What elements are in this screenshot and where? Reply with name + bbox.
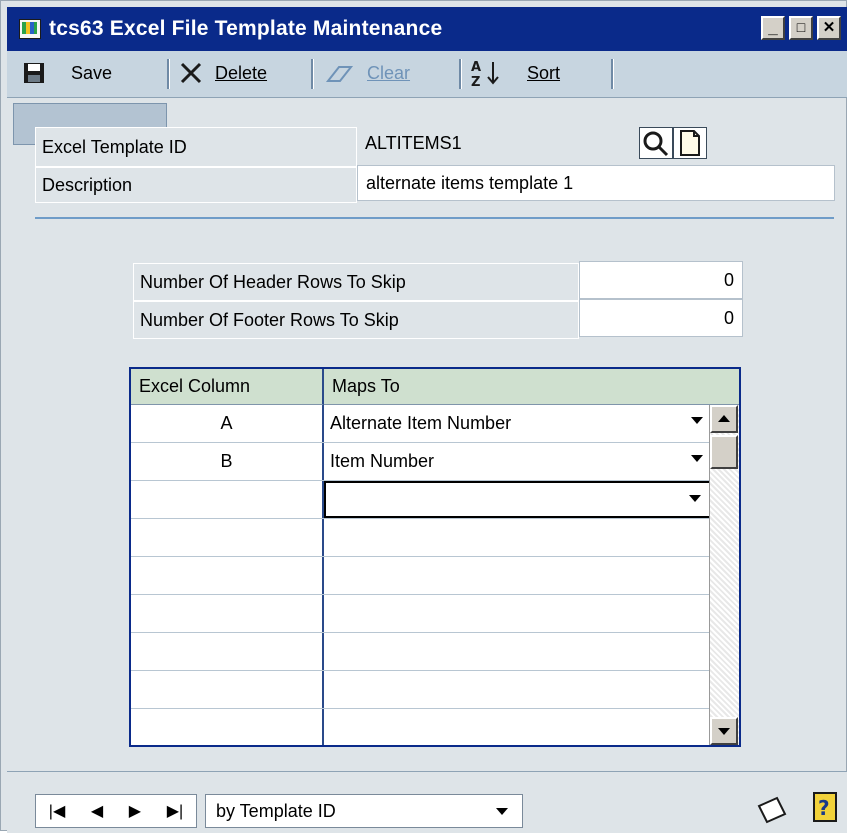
close-button[interactable]: ✕ bbox=[817, 16, 841, 40]
mapping-grid: Excel Column Maps To A Alternate Item Nu… bbox=[129, 367, 741, 747]
new-document-icon bbox=[680, 130, 700, 156]
scroll-thumb[interactable] bbox=[710, 435, 738, 469]
section-divider bbox=[35, 217, 834, 219]
column-header-maps-to: Maps To bbox=[324, 369, 739, 405]
table-row[interactable] bbox=[131, 595, 711, 633]
toolbar: Save Delete Clear A Z Sort bbox=[7, 51, 847, 145]
svg-text:A: A bbox=[471, 60, 481, 75]
toolbar-separator bbox=[459, 59, 462, 89]
table-row[interactable] bbox=[131, 519, 711, 557]
toolbar-separator bbox=[167, 59, 170, 89]
save-button[interactable]: Save bbox=[23, 55, 112, 91]
excel-column-cell: B bbox=[131, 443, 324, 480]
header-rows-label: Number Of Header Rows To Skip bbox=[133, 263, 579, 301]
maximize-button[interactable]: □ bbox=[789, 16, 813, 40]
scroll-down-button[interactable] bbox=[710, 717, 738, 745]
scroll-up-button[interactable] bbox=[710, 405, 738, 433]
save-label: Save bbox=[71, 62, 113, 83]
minimize-button[interactable]: _ bbox=[761, 16, 785, 40]
excel-column-cell[interactable] bbox=[131, 481, 324, 518]
excel-column-cell[interactable] bbox=[131, 709, 324, 745]
main-window: tcs63 Excel File Template Maintenance _ … bbox=[0, 0, 847, 833]
note-icon[interactable] bbox=[755, 794, 789, 826]
table-row[interactable] bbox=[131, 671, 711, 709]
dropdown-arrow-icon[interactable] bbox=[496, 808, 508, 815]
delete-x-icon bbox=[180, 62, 202, 84]
footer-rows-field[interactable]: 0 bbox=[579, 299, 743, 337]
excel-column-cell[interactable] bbox=[131, 633, 324, 670]
excel-column-cell: A bbox=[131, 405, 324, 442]
maps-to-cell[interactable] bbox=[324, 557, 711, 594]
svg-text:?: ? bbox=[818, 796, 830, 820]
delete-label: Delete bbox=[215, 62, 268, 83]
maps-to-value: Alternate Item Number bbox=[330, 413, 512, 433]
table-row[interactable]: B Item Number bbox=[131, 443, 711, 481]
first-record-button[interactable]: |◀ bbox=[49, 801, 65, 821]
maps-to-cell[interactable]: Alternate Item Number bbox=[324, 405, 711, 442]
maps-to-cell[interactable] bbox=[324, 595, 711, 632]
last-record-button[interactable]: ▶| bbox=[167, 801, 183, 821]
maps-to-value: Item Number bbox=[330, 451, 435, 471]
column-header-excel: Excel Column bbox=[131, 369, 324, 405]
maps-to-cell[interactable] bbox=[324, 671, 711, 708]
sort-order-value: by Template ID bbox=[216, 800, 336, 821]
sort-az-icon: A Z bbox=[471, 60, 499, 88]
sort-label: Sort bbox=[527, 62, 561, 83]
next-record-button[interactable]: ▶ bbox=[129, 801, 141, 821]
maps-to-cell[interactable]: Item Number bbox=[324, 443, 711, 480]
title-bar[interactable]: tcs63 Excel File Template Maintenance _ … bbox=[7, 7, 847, 51]
maps-to-cell[interactable] bbox=[324, 519, 711, 556]
template-id-field[interactable]: ALTITEMS1 bbox=[357, 127, 639, 159]
sort-order-select[interactable]: by Template ID bbox=[205, 794, 523, 828]
dropdown-arrow-icon[interactable] bbox=[691, 417, 703, 424]
toolbar-separator bbox=[311, 59, 314, 89]
excel-column-cell[interactable] bbox=[131, 519, 324, 556]
table-row[interactable] bbox=[131, 481, 711, 519]
excel-column-cell[interactable] bbox=[131, 557, 324, 594]
window-title: tcs63 Excel File Template Maintenance bbox=[49, 17, 443, 40]
lookup-button[interactable] bbox=[639, 127, 673, 159]
header-rows-field[interactable]: 0 bbox=[579, 261, 743, 299]
description-field[interactable]: alternate items template 1 bbox=[357, 165, 835, 201]
table-row[interactable] bbox=[131, 709, 711, 745]
status-bar: |◀ ◀ ▶ ▶| by Template ID ? bbox=[7, 771, 847, 833]
app-icon bbox=[19, 19, 41, 39]
excel-column-cell[interactable] bbox=[131, 671, 324, 708]
record-navigator: |◀ ◀ ▶ ▶| bbox=[35, 794, 197, 828]
maps-to-cell[interactable] bbox=[324, 481, 711, 518]
arrow-up-icon bbox=[718, 415, 730, 422]
table-row[interactable]: A Alternate Item Number bbox=[131, 405, 711, 443]
arrow-down-icon bbox=[718, 728, 730, 735]
dropdown-arrow-icon[interactable] bbox=[689, 495, 701, 502]
excel-column-cell[interactable] bbox=[131, 595, 324, 632]
svg-text:Z: Z bbox=[471, 75, 480, 88]
template-id-label: Excel Template ID bbox=[35, 127, 357, 167]
dropdown-arrow-icon[interactable] bbox=[691, 455, 703, 462]
sort-button[interactable]: A Z Sort bbox=[469, 55, 560, 91]
floppy-disk-icon bbox=[24, 63, 44, 83]
clear-button[interactable]: Clear bbox=[325, 55, 410, 91]
previous-record-button[interactable]: ◀ bbox=[91, 801, 103, 821]
maps-to-cell[interactable] bbox=[324, 709, 711, 745]
description-label: Description bbox=[35, 167, 357, 203]
clear-label: Clear bbox=[367, 62, 411, 83]
magnifier-icon bbox=[643, 131, 669, 157]
maps-to-cell[interactable] bbox=[324, 633, 711, 670]
help-icon[interactable]: ? bbox=[813, 792, 837, 822]
table-row[interactable] bbox=[131, 633, 711, 671]
footer-rows-label: Number Of Footer Rows To Skip bbox=[133, 301, 579, 339]
delete-button[interactable]: Delete bbox=[179, 55, 267, 91]
new-button[interactable] bbox=[673, 127, 707, 159]
table-row[interactable] bbox=[131, 557, 711, 595]
vertical-scrollbar[interactable] bbox=[709, 405, 739, 745]
toolbar-separator bbox=[611, 59, 614, 89]
eraser-icon bbox=[325, 66, 354, 82]
